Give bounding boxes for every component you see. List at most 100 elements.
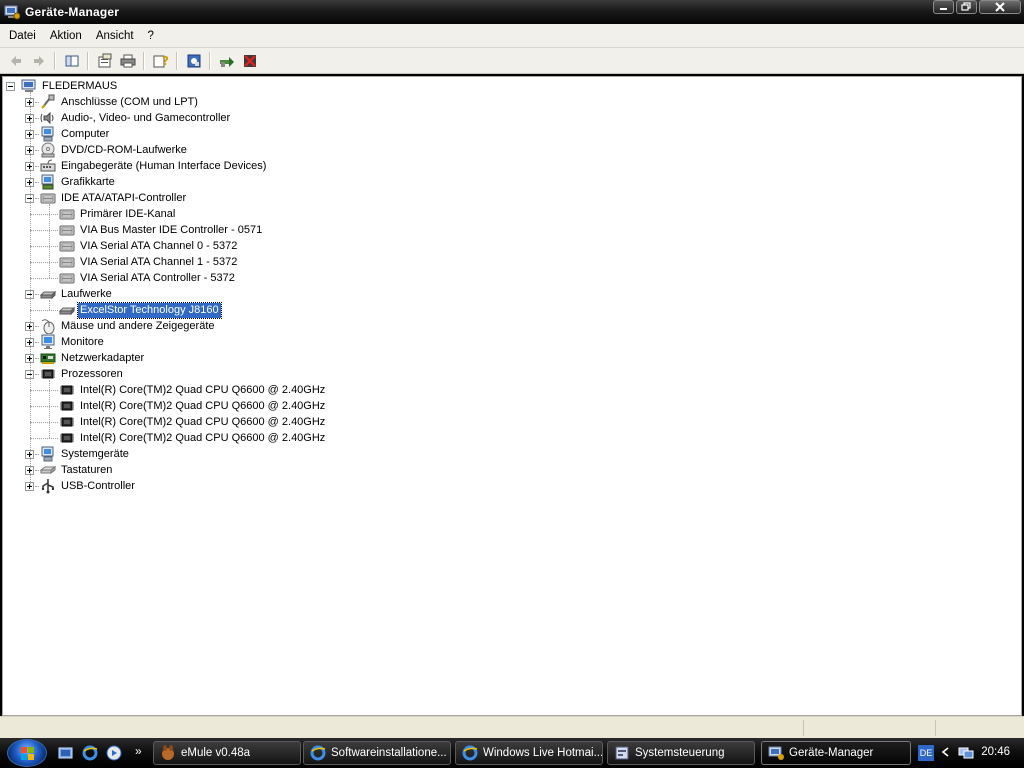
tree-category[interactable]: Netzwerkadapter: [40, 350, 146, 366]
tree-category[interactable]: DVD/CD-ROM-Laufwerke: [40, 142, 189, 158]
tree-connector: [30, 246, 58, 247]
show-hide-tree-button[interactable]: [60, 50, 83, 72]
tree-category[interactable]: Laufwerke: [39, 286, 114, 302]
control-panel-icon: [614, 745, 630, 761]
tree-category[interactable]: Mäuse und andere Zeigegeräte: [40, 318, 217, 335]
taskbar-button-label: eMule v0.48a: [181, 747, 251, 759]
menu-datei[interactable]: Datei: [2, 24, 43, 48]
computer-icon: [40, 126, 56, 142]
tree-category[interactable]: Eingabegeräte (Human Interface Devices): [40, 158, 268, 174]
tray-expand-icon[interactable]: [940, 746, 950, 761]
forward-arrow-icon: [33, 55, 44, 66]
update-driver-button[interactable]: [215, 50, 238, 72]
back-button[interactable]: [4, 50, 27, 72]
tree-connector: [30, 278, 58, 279]
tree-device[interactable]: Intel(R) Core(TM)2 Quad CPU Q6600 @ 2.40…: [59, 414, 327, 430]
tree-node-label: VIA Bus Master IDE Controller - 0571: [80, 223, 263, 236]
tree-connector: [35, 374, 39, 375]
device-tree[interactable]: FLEDERMAUS Anschlüsse (COM und LPT) Audio-…: [2, 76, 1022, 716]
tree-device[interactable]: VIA Serial ATA Channel 0 - 5372: [59, 238, 239, 254]
tree-connector: [30, 92, 31, 486]
tree-node-label: Intel(R) Core(TM)2 Quad CPU Q6600 @ 2.40…: [80, 383, 326, 396]
tree-category[interactable]: Grafikkarte: [40, 174, 117, 190]
tree-connector: [35, 182, 39, 183]
taskbar-button-systemsteuerung[interactable]: Systemsteuerung: [607, 741, 755, 765]
language-indicator[interactable]: DE: [918, 745, 934, 761]
tree-node-label: VIA Serial ATA Controller - 5372: [80, 271, 235, 284]
help-button[interactable]: ?: [149, 50, 172, 72]
menu-help[interactable]: ?: [141, 24, 161, 48]
close-button[interactable]: [979, 0, 1021, 14]
menu-aktion[interactable]: Aktion: [43, 24, 89, 48]
tree-device[interactable]: VIA Bus Master IDE Controller - 0571: [59, 222, 264, 238]
maximize-button[interactable]: [956, 0, 977, 14]
tree-connector: [30, 310, 58, 311]
toolbar-separator: [143, 51, 145, 70]
tree-connector: [49, 204, 50, 278]
tree-category[interactable]: Prozessoren: [40, 366, 125, 382]
tree-node-label: Laufwerke: [61, 287, 112, 300]
window-title: Geräte-Manager: [25, 5, 120, 19]
cpu-icon: [59, 398, 75, 414]
start-button[interactable]: [7, 739, 47, 767]
monitor-icon: [40, 334, 56, 350]
title-bar[interactable]: Geräte-Manager: [0, 0, 1024, 24]
tree-device[interactable]: Intel(R) Core(TM)2 Quad CPU Q6600 @ 2.40…: [59, 398, 327, 414]
tree-connector: [30, 230, 58, 231]
tree-device[interactable]: Intel(R) Core(TM)2 Quad CPU Q6600 @ 2.40…: [59, 382, 327, 398]
internet-explorer-icon[interactable]: [82, 745, 98, 761]
tree-category[interactable]: Systemgeräte: [40, 446, 131, 462]
tree-device[interactable]: Primärer IDE-Kanal: [59, 206, 177, 222]
media-player-icon[interactable]: [106, 745, 122, 761]
tree-category[interactable]: IDE ATA/ATAPI-Controller: [40, 190, 188, 206]
tree-node-label: Netzwerkadapter: [61, 351, 145, 364]
svg-text:?: ?: [162, 54, 169, 68]
uninstall-button[interactable]: [238, 50, 261, 72]
tree-node-label: Systemgeräte: [61, 447, 129, 460]
taskbar-button-hotmail[interactable]: Windows Live Hotmai...: [455, 741, 603, 765]
menu-ansicht[interactable]: Ansicht: [89, 24, 141, 48]
quicklaunch-chevron[interactable]: »: [135, 744, 142, 758]
collapse-toggle[interactable]: [6, 82, 15, 91]
taskbar-button-label: Softwareinstallatione...: [331, 747, 447, 759]
taskbar-button-label: Systemsteuerung: [635, 747, 725, 759]
tree-category[interactable]: Audio-, Video- und Gamecontroller: [40, 110, 232, 126]
mouse-icon: [40, 318, 56, 335]
tree-device[interactable]: VIA Serial ATA Channel 1 - 5372: [59, 254, 239, 270]
tree-category[interactable]: Computer: [40, 126, 111, 142]
forward-button[interactable]: [27, 50, 50, 72]
tree-category[interactable]: USB-Controller: [40, 478, 137, 494]
tree-device[interactable]: ExcelStor Technology J8160: [58, 301, 222, 319]
scan-hardware-button[interactable]: [182, 50, 205, 72]
tree-connector: [35, 358, 39, 359]
ide-channel-icon: [59, 238, 75, 254]
tree-device[interactable]: Intel(R) Core(TM)2 Quad CPU Q6600 @ 2.40…: [59, 430, 327, 446]
status-pane: [803, 720, 935, 736]
minimize-button[interactable]: [933, 0, 954, 14]
taskbar-button-geraete-manager[interactable]: Geräte-Manager: [761, 741, 911, 765]
taskbar-button-software[interactable]: Softwareinstallatione...: [303, 741, 451, 765]
toolbar-separator: [54, 51, 56, 70]
tree-category[interactable]: Tastaturen: [39, 462, 114, 478]
tree-connector: [30, 214, 58, 215]
tree-category[interactable]: Anschlüsse (COM und LPT): [40, 94, 200, 110]
tree-node-label: Anschlüsse (COM und LPT): [61, 95, 198, 108]
taskbar-button-label: Geräte-Manager: [789, 747, 874, 759]
tree-connector: [35, 102, 39, 103]
taskbar-button-label: Windows Live Hotmai...: [483, 747, 603, 759]
properties-button[interactable]: [93, 50, 116, 72]
speaker-icon: [40, 110, 56, 126]
show-desktop-icon[interactable]: [58, 745, 74, 761]
taskbar-button-emule[interactable]: eMule v0.48a: [153, 741, 301, 765]
system-tray: DE 20:46: [914, 738, 1024, 768]
tree-node-label: Intel(R) Core(TM)2 Quad CPU Q6600 @ 2.40…: [80, 399, 326, 412]
print-button[interactable]: [116, 50, 139, 72]
toolbar: ?: [0, 48, 1024, 74]
toolbar-separator: [176, 51, 178, 70]
tree-category[interactable]: Monitore: [40, 334, 106, 350]
tree-node-label: Computer: [61, 127, 110, 140]
network-icon[interactable]: [958, 745, 974, 764]
tree-device[interactable]: VIA Serial ATA Controller - 5372: [59, 270, 237, 286]
tree-root[interactable]: FLEDERMAUS: [21, 78, 119, 94]
clock[interactable]: 20:46: [981, 746, 1010, 758]
